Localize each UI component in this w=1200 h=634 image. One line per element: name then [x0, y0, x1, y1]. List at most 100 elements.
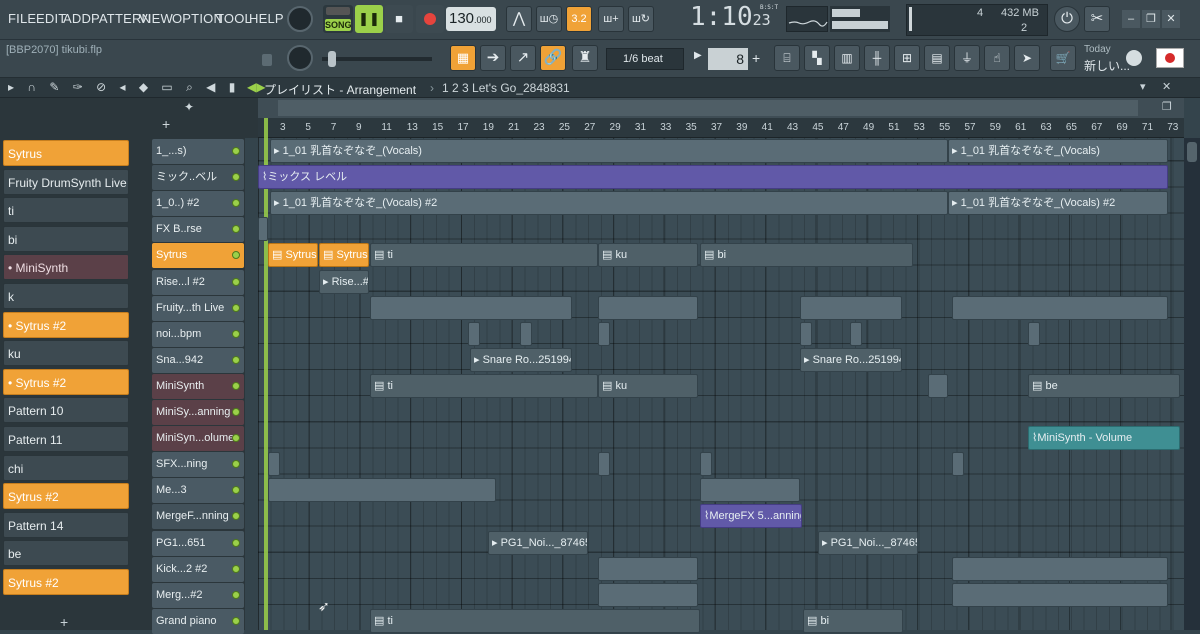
clip[interactable]: ▤ ku [598, 373, 698, 398]
pause-button[interactable]: ❚❚ [355, 5, 383, 33]
track-enable-led[interactable] [232, 538, 240, 547]
add-pattern-button[interactable]: + [60, 614, 68, 630]
track-header[interactable]: 1_...s) [152, 139, 244, 164]
pattern-tool-icon[interactable]: ⌸ [774, 45, 800, 71]
clip[interactable]: ⌇MiniSynth - Volume [1028, 426, 1180, 451]
playhead[interactable] [264, 118, 268, 630]
clip-block[interactable] [268, 478, 496, 503]
track-enable-led[interactable] [232, 590, 240, 599]
pattern-item[interactable]: be [3, 540, 129, 567]
snap-selector[interactable]: 1/6 beat [606, 48, 684, 70]
mixer-icon[interactable]: ╫ [864, 45, 890, 71]
routing-icon[interactable]: ⊞ [894, 45, 920, 71]
panic-icon[interactable]: ⏻ [1054, 6, 1080, 32]
metronome-bell-icon[interactable]: ♜ [572, 45, 598, 71]
clip-block[interactable] [258, 217, 268, 242]
overview-strip[interactable] [258, 98, 1184, 118]
link-icon[interactable]: 🔗 [540, 45, 566, 71]
track-header[interactable]: MergeF...nning [152, 504, 244, 530]
clip-block[interactable] [520, 321, 532, 346]
track-header[interactable]: MiniSy...anning [152, 400, 244, 425]
playlist-icon[interactable]: ▦ [450, 45, 476, 71]
step-edit-icon[interactable]: ↗ [510, 45, 536, 71]
step-increase-button[interactable]: + [752, 50, 760, 66]
close-button[interactable]: ✕ [1162, 10, 1180, 28]
clip[interactable]: ⌇ミックス レベル [258, 165, 1168, 190]
clip-block[interactable] [952, 582, 1168, 607]
clip[interactable]: ▸ PG1_Noi..._874651 [818, 530, 918, 555]
clip-block[interactable] [952, 295, 1168, 320]
menu-view[interactable]: VIEW [139, 11, 173, 26]
track-enable-led[interactable] [232, 408, 240, 416]
pattern-item[interactable]: Pattern 10 [3, 397, 129, 424]
track-header[interactable]: MiniSynth [152, 373, 244, 399]
minimize-button[interactable]: – [1122, 10, 1140, 28]
clip-block[interactable] [598, 321, 610, 346]
track-enable-led[interactable] [232, 173, 240, 182]
clip-block[interactable] [700, 452, 712, 477]
clip-block[interactable] [952, 452, 964, 477]
piano-roll-icon[interactable]: ▥ [834, 45, 860, 71]
clip-block[interactable] [598, 556, 698, 581]
track-enable-led[interactable] [232, 303, 240, 312]
clip-block[interactable] [952, 556, 1168, 581]
clip[interactable]: ▸ PG1_Noi..._874651 [488, 530, 588, 555]
pattern-item[interactable]: Sytrus [3, 140, 129, 166]
clip[interactable]: ▤ ti [370, 243, 598, 268]
clip[interactable]: ▤ ku [598, 243, 698, 268]
step-play-icon[interactable]: ▶ [694, 50, 706, 68]
playlist-close-icon[interactable]: ✕ [1162, 80, 1171, 93]
menu-file[interactable]: FILE [8, 11, 36, 26]
breadcrumb[interactable]: 1 2 3 Let's Go_2848831 [442, 81, 570, 95]
clip[interactable]: ▤ bi [700, 243, 913, 268]
playlist-options-icon[interactable]: ▾ [1140, 80, 1146, 93]
export-icon[interactable]: ➤ [1014, 45, 1040, 71]
track-header[interactable]: Grand piano [152, 608, 244, 634]
tempo-display[interactable]: 130.000 [446, 7, 496, 31]
song-mode-toggle[interactable]: SONG [323, 5, 353, 33]
pattern-item[interactable]: Fruity DrumSynth Live [3, 168, 129, 195]
pattern-item[interactable]: • MiniSynth [3, 254, 129, 281]
clip-block[interactable] [928, 373, 948, 398]
clip[interactable]: ▤ Sytrus [319, 243, 369, 268]
timeline-ruler[interactable]: 3 5 7 9 11 13 15 17 19 21 23 25 27 29 31 33 35 37 39 41 43 45… [258, 118, 1184, 138]
track-header[interactable]: PG1...651 [152, 530, 244, 556]
track-enable-led[interactable] [232, 251, 240, 260]
news-text[interactable]: 新しい... [1084, 57, 1130, 74]
clip[interactable]: ▤ ti [370, 608, 700, 633]
add-track-icon[interactable]: + [162, 116, 170, 132]
track-header[interactable]: Merg...#2 [152, 582, 244, 608]
track-enable-led[interactable] [232, 616, 240, 625]
track-enable-led[interactable] [232, 355, 240, 364]
touch-icon[interactable]: ☝ [984, 45, 1010, 71]
pattern-item[interactable]: chi [3, 454, 129, 481]
pattern-item[interactable]: Sytrus #2 [3, 483, 129, 510]
step-value-display[interactable]: 8 [708, 48, 748, 70]
track-header[interactable]: Sna...942 [152, 347, 244, 373]
clip-block[interactable] [800, 295, 902, 320]
track-header[interactable]: MiniSyn...olume [152, 426, 244, 452]
blend-notes-icon[interactable]: ш+ [598, 6, 624, 32]
menu-help[interactable]: HELP [249, 11, 284, 26]
track-header[interactable]: Fruity...th Live [152, 295, 244, 321]
track-enable-led[interactable] [232, 277, 240, 286]
track-enable-led[interactable] [232, 460, 240, 469]
master-volume-knob[interactable] [287, 6, 313, 32]
track-enable-led[interactable] [232, 225, 240, 234]
flag-icon[interactable] [1156, 48, 1184, 68]
clip[interactable]: ▸ Snare Ro...2519942 [800, 347, 902, 372]
track-enable-led[interactable] [232, 434, 240, 443]
track-header[interactable]: noi...bpm [152, 321, 244, 347]
cut-tool-icon[interactable]: ✂ [1084, 6, 1110, 32]
pattern-item[interactable]: Pattern 14 [3, 511, 129, 538]
clip[interactable]: ▤ be [1028, 373, 1180, 398]
track-header[interactable]: Me...3 [152, 478, 244, 504]
shop-cart-icon[interactable]: 🛒 [1050, 45, 1076, 71]
track-enable-led[interactable] [232, 564, 240, 573]
clip-block[interactable] [598, 452, 610, 477]
track-header[interactable]: FX B..rse [152, 217, 244, 243]
clip[interactable]: ▤ Sytrus [268, 243, 318, 268]
arrow-right-icon[interactable]: ➔ [480, 45, 506, 71]
track-header[interactable]: Sytrus [152, 243, 244, 269]
loop-record-icon[interactable]: ш↻ [628, 6, 654, 32]
